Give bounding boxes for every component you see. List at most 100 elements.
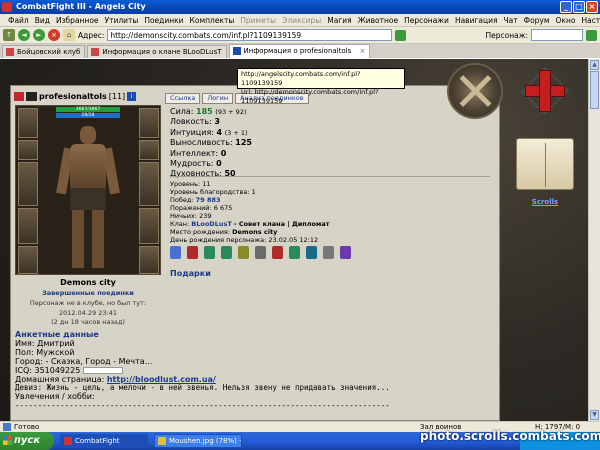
armor-slot[interactable]	[18, 208, 38, 244]
back-arrow-icon[interactable]: ◄	[18, 29, 30, 41]
red-cross-icon	[520, 66, 570, 116]
tab-char-info[interactable]: Информация о profesionaltols ×	[228, 44, 371, 58]
scrolls-book-icon[interactable]	[516, 138, 574, 190]
maximize-button[interactable]: □	[573, 1, 585, 13]
medal-icon[interactable]	[170, 246, 181, 259]
stop-icon[interactable]: ×	[48, 29, 60, 41]
medal-icon[interactable]	[306, 246, 317, 259]
boots-slot[interactable]	[139, 246, 159, 274]
up-arrow-icon[interactable]: ↑	[3, 29, 15, 41]
forward-arrow-icon[interactable]: ►	[33, 29, 45, 41]
person-input[interactable]	[531, 29, 583, 41]
menu-magic[interactable]: Магия	[327, 16, 351, 25]
last-seen-datetime: 2012.04.29 23:41	[58, 309, 117, 317]
link-button[interactable]: Ссылка	[165, 93, 201, 104]
character-header: profesionaltols [11] i	[14, 92, 137, 101]
shield-slot[interactable]	[139, 162, 159, 206]
tab-label: Информация о profesionaltols	[243, 47, 352, 55]
medal-icon[interactable]	[238, 246, 249, 259]
taskbar-item-image[interactable]: Moushen.jpg (78%) -	[154, 434, 242, 448]
image-viewer-icon	[158, 437, 166, 445]
medal-icon[interactable]	[272, 246, 283, 259]
scroll-thumb[interactable]	[590, 71, 599, 109]
login-button[interactable]: Логин	[202, 93, 234, 104]
menu-view[interactable]: Вид	[35, 16, 50, 25]
menu-utilities[interactable]: Утилиты	[105, 16, 139, 25]
menu-sets[interactable]: Комплекты	[190, 16, 235, 25]
info-birthplace: Место рождения: Demons city	[170, 228, 278, 236]
scroll-down-arrow[interactable]: ▼	[590, 410, 599, 420]
menu-window[interactable]: Окно	[556, 16, 576, 25]
menu-battles[interactable]: Поединки	[144, 16, 183, 25]
medal-icon[interactable]	[187, 246, 198, 259]
stats-block: Сила: 185 (93 + 92) Ловкость: 3 Интуиция…	[170, 107, 252, 180]
medal-icon[interactable]	[204, 246, 215, 259]
tab-fight-club[interactable]: Бойцовский клуб	[2, 45, 86, 58]
stat-intuition: Интуиция: 4 (3 + 1)	[170, 127, 248, 137]
avatar-caption: Demons city Завершенные поединки Персона…	[15, 278, 161, 326]
menu-forum[interactable]: Форум	[524, 16, 550, 25]
info-icon[interactable]: i	[127, 92, 137, 101]
ring-slot[interactable]	[139, 140, 159, 160]
clan-badge-icon[interactable]	[14, 92, 24, 101]
window-controls: _ □ ×	[560, 1, 598, 13]
tab-x-icon	[91, 48, 100, 56]
helmet-slot[interactable]	[18, 108, 38, 138]
hp-bar: 3667/3667	[56, 107, 120, 112]
clan-link[interactable]: BLooDLusT	[191, 220, 232, 228]
stat-agility: Ловкость: 3	[170, 117, 220, 127]
scrolls-link[interactable]: Scrolls	[524, 198, 566, 206]
page-icon	[3, 423, 11, 431]
menu-elixirs[interactable]: Эликсиры	[282, 16, 321, 25]
character-level: [11]	[108, 92, 126, 101]
windows-flag-icon	[3, 436, 12, 445]
tab-close-icon[interactable]: ×	[359, 47, 365, 55]
amulet-slot[interactable]	[18, 140, 38, 160]
leggings-slot[interactable]	[139, 208, 159, 244]
menu-animal[interactable]: Животное	[358, 16, 398, 25]
mp-bar: 28/28	[56, 113, 120, 118]
menu-navigation[interactable]: Навигация	[455, 16, 498, 25]
info-clan: Клан: BLooDLusT - Совет клана | Дипломат	[170, 220, 330, 228]
character-name: profesionaltols	[39, 92, 107, 101]
profile-data: Анкетные данные Имя: Дмитрий Пол: Мужско…	[15, 330, 495, 411]
menu-chat[interactable]: Чат	[504, 16, 518, 25]
character-info: Уровень: 11 Уровень благородства: 1 Побе…	[170, 180, 329, 244]
close-button[interactable]: ×	[586, 1, 598, 13]
info-losses: Поражений: 6 675	[170, 204, 233, 212]
home-icon[interactable]: ⌂	[63, 29, 75, 41]
menu-favorites[interactable]: Избранное	[56, 16, 99, 25]
medal-icon[interactable]	[255, 246, 266, 259]
menu-settings[interactable]: Настройки	[581, 16, 600, 25]
go-arrow-icon[interactable]	[395, 29, 407, 41]
stat-strength: Сила: 185 (93 + 92)	[170, 107, 247, 116]
vertical-scrollbar[interactable]: ▲ ▼	[588, 59, 600, 421]
crossed-swords-emblem-icon	[447, 63, 503, 119]
earring-slot[interactable]	[139, 108, 159, 138]
last-seen-ago: (2 дн 18 часов назад)	[51, 318, 125, 326]
scroll-up-arrow[interactable]: ▲	[590, 60, 599, 70]
profile-divider: ----------------------------------------…	[15, 401, 390, 411]
medal-icon[interactable]	[221, 246, 232, 259]
taskbar-item-combatfight[interactable]: CombatFight	[60, 434, 148, 448]
medal-icon[interactable]	[340, 246, 351, 259]
window-titlebar: CombatFight III - Angels City _ □ ×	[0, 0, 600, 14]
menu-signs[interactable]: Приметы	[240, 16, 276, 25]
address-input[interactable]	[107, 29, 393, 41]
person-go-icon[interactable]	[586, 29, 597, 41]
tab-clan-info[interactable]: Информация о клане BLooDLusT	[87, 45, 227, 58]
belt-slot[interactable]	[18, 246, 38, 274]
start-button[interactable]: пуск	[0, 432, 54, 450]
medal-icon[interactable]	[289, 246, 300, 259]
medals-row	[170, 246, 351, 259]
city-name: Demons city	[60, 278, 116, 287]
finished-battles-link[interactable]: Завершенные поединки	[15, 289, 161, 297]
tab-label: Бойцовский клуб	[17, 48, 81, 56]
weapon-slot[interactable]	[18, 162, 38, 206]
info-draws: Ничьих: 239	[170, 212, 212, 220]
menu-file[interactable]: Файл	[8, 16, 29, 25]
medal-icon[interactable]	[323, 246, 334, 259]
homepage-link[interactable]: http://bloodlust.com.ua/	[107, 375, 216, 384]
minimize-button[interactable]: _	[560, 1, 572, 13]
menu-characters[interactable]: Персонажи	[404, 16, 449, 25]
